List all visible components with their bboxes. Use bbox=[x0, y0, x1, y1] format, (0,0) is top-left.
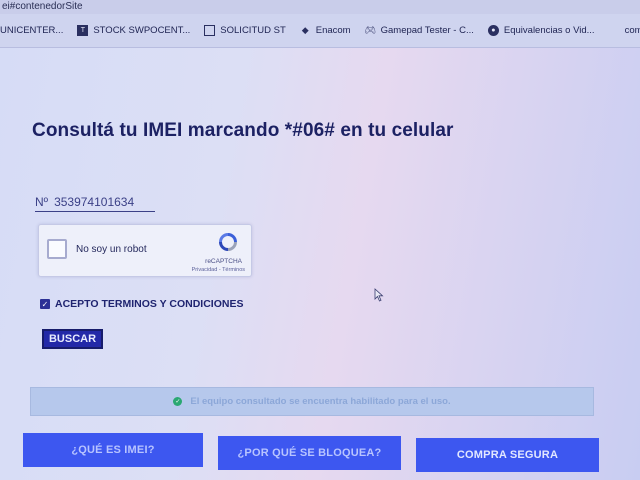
globe-icon: ● bbox=[487, 25, 499, 36]
status-text: El equipo consultado se encuentra habili… bbox=[190, 396, 451, 407]
why-blocked-button[interactable]: ¿POR QUÉ SE BLOQUEA? bbox=[218, 436, 401, 470]
bookmark-label: STOCK SWPOCENT... bbox=[93, 25, 191, 36]
bookmark-stock[interactable]: T STOCK SWPOCENT... bbox=[77, 25, 190, 36]
form-icon bbox=[204, 25, 216, 36]
bookmark-equivalencias[interactable]: ● Equivalencias o Vid... bbox=[487, 25, 595, 36]
page-title: Consultá tu IMEI marcando *#06# en tu ce… bbox=[32, 120, 454, 141]
search-button[interactable]: BUSCAR bbox=[42, 329, 103, 349]
doc-icon: T bbox=[77, 25, 89, 36]
imei-value: 353974101634 bbox=[54, 195, 135, 209]
bookmark-unicenter[interactable]: UNICENTER... bbox=[0, 25, 63, 36]
bookmark-label: Gamepad Tester - C... bbox=[380, 25, 474, 36]
bookmark-label: SOLICITUD ST bbox=[220, 25, 286, 36]
bookmark-enacom[interactable]: ◆ Enacom bbox=[300, 25, 351, 36]
bookmark-label: Equivalencias o Vid... bbox=[503, 25, 595, 36]
bookmark-gamepad[interactable]: 🎮︎ Gamepad Tester - C... bbox=[364, 25, 474, 36]
safe-purchase-button[interactable]: COMPRA SEGURA bbox=[416, 438, 599, 472]
terms-checkbox[interactable]: ✓ bbox=[40, 299, 50, 309]
address-bar[interactable]: ei#contenedorSite bbox=[0, 0, 640, 14]
recaptcha-links[interactable]: Privacidad - Términos bbox=[192, 267, 245, 273]
bookmark-label: como reconoce bbox=[624, 25, 640, 36]
drop-icon: ◆ bbox=[301, 25, 309, 35]
recaptcha-widget: No soy un robot reCAPTCHA Privacidad - T… bbox=[38, 224, 252, 277]
bookmark-label: UNICENTER... bbox=[0, 25, 64, 36]
check-circle-icon: ✓ bbox=[173, 397, 183, 406]
imei-prefix: Nº bbox=[35, 195, 49, 209]
bookmark-label: Enacom bbox=[315, 25, 351, 36]
bookmark-como-reconoce[interactable]: como reconoce bbox=[609, 25, 640, 36]
recaptcha-checkbox[interactable] bbox=[47, 239, 67, 259]
recaptcha-logo-icon bbox=[219, 233, 237, 251]
what-is-imei-button[interactable]: ¿QUÉ ES IMEI? bbox=[23, 433, 203, 467]
bookmark-solicitud[interactable]: SOLICITUD ST bbox=[204, 25, 286, 36]
gamepad-icon: 🎮︎ bbox=[364, 25, 376, 35]
recaptcha-brand: reCAPTCHA bbox=[205, 258, 242, 265]
apple-icon bbox=[609, 25, 620, 36]
recaptcha-label: No soy un robot bbox=[76, 244, 147, 255]
address-text: ei#contenedorSite bbox=[2, 1, 83, 12]
mouse-cursor-icon bbox=[374, 288, 384, 302]
status-message: ✓ El equipo consultado se encuentra habi… bbox=[30, 387, 594, 416]
imei-input[interactable]: Nº 353974101634 bbox=[35, 193, 155, 212]
terms-row[interactable]: ✓ ACEPTO TERMINOS Y CONDICIONES bbox=[40, 298, 243, 310]
bookmarks-bar: UNICENTER... T STOCK SWPOCENT... SOLICIT… bbox=[0, 14, 640, 48]
terms-label: ACEPTO TERMINOS Y CONDICIONES bbox=[55, 298, 244, 310]
